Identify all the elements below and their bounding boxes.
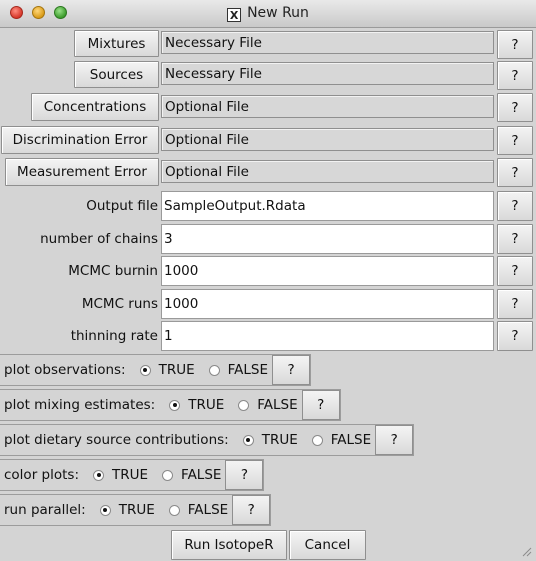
plot-observations-row: plot observations: TRUE FALSE ?	[0, 354, 312, 386]
plot-mixing-estimates-row: plot mixing estimates: TRUE FALSE ?	[0, 389, 341, 421]
measurement-error-help-button[interactable]: ?	[497, 158, 533, 187]
plot-observations-true-radio[interactable]	[139, 364, 151, 376]
plot-dietary-source-contributions-help-button[interactable]: ?	[375, 425, 414, 455]
measurement-error-file-field: Optional File	[161, 160, 494, 183]
color-plots-false-radio[interactable]	[162, 469, 174, 481]
plot-mixing-estimates-true-radio[interactable]	[169, 399, 181, 411]
run-parallel-false-radio[interactable]	[168, 504, 180, 516]
measurement-error-button[interactable]: Measurement Error	[5, 158, 159, 186]
plot-observations-false-radio[interactable]	[208, 364, 220, 376]
sources-help-button[interactable]: ?	[497, 61, 533, 90]
color-plots-true-radio[interactable]	[93, 469, 104, 481]
color-plots-true-label: TRUE	[112, 467, 149, 483]
plot-observations-label: plot observations:	[4, 362, 126, 378]
run-parallel-false-label: FALSE	[187, 502, 229, 518]
new-run-window: X New Run Mixtures Necessary File ? Sourc…	[0, 0, 536, 561]
mixtures-help-button[interactable]: ?	[497, 30, 533, 59]
sources-button[interactable]: Sources	[74, 61, 159, 88]
plot-dietary-source-contributions-label: plot dietary source contributions:	[4, 432, 229, 448]
number-of-chains-help-button[interactable]: ?	[497, 224, 533, 254]
color-plots-row: color plots: TRUE FALSE ?	[0, 459, 265, 491]
discrimination-error-help-button[interactable]: ?	[497, 126, 533, 155]
plot-observations-true-label: TRUE	[158, 362, 195, 378]
concentrations-file-field: Optional File	[161, 95, 494, 118]
run-parallel-true-radio[interactable]	[99, 504, 111, 516]
mcmc-runs-input[interactable]	[161, 289, 494, 319]
mixtures-file-field: Necessary File	[161, 31, 494, 54]
sources-file-field: Necessary File	[161, 62, 494, 85]
mcmc-runs-help-button[interactable]: ?	[497, 289, 533, 319]
plot-dietary-source-contributions-true-radio[interactable]	[242, 434, 254, 446]
x11-app-icon: X	[227, 8, 242, 22]
plot-dietary-source-contributions-false-radio[interactable]	[311, 434, 323, 446]
thinning-rate-label: thinning rate	[70, 328, 158, 344]
plot-mixing-estimates-false-radio[interactable]	[238, 399, 250, 411]
number-of-chains-input[interactable]	[161, 224, 494, 254]
run-parallel-true-label: TRUE	[118, 502, 155, 518]
run-isotoper-button[interactable]: Run IsotopeR	[171, 530, 287, 560]
resize-grip-icon[interactable]	[520, 545, 532, 557]
thinning-rate-input[interactable]	[161, 321, 494, 351]
thinning-rate-help-button[interactable]: ?	[497, 321, 533, 351]
run-parallel-label: run parallel:	[4, 502, 86, 518]
concentrations-button[interactable]: Concentrations	[31, 93, 159, 121]
window-title: New Run	[247, 5, 309, 21]
concentrations-help-button[interactable]: ?	[497, 93, 533, 122]
plot-dietary-source-contributions-row: plot dietary source contributions: TRUE …	[0, 424, 415, 456]
mcmc-burnin-help-button[interactable]: ?	[497, 256, 533, 286]
plot-mixing-estimates-label: plot mixing estimates:	[4, 397, 156, 413]
plot-observations-help-button[interactable]: ?	[272, 355, 311, 385]
mcmc-runs-label: MCMC runs	[81, 296, 158, 312]
output-file-help-button[interactable]: ?	[497, 191, 533, 221]
plot-mixing-estimates-false-label: FALSE	[257, 397, 298, 413]
mixtures-button[interactable]: Mixtures	[74, 30, 159, 57]
output-file-input[interactable]	[161, 191, 494, 221]
discrimination-error-file-field: Optional File	[161, 128, 494, 151]
color-plots-help-button[interactable]: ?	[225, 460, 264, 490]
output-file-label: Output file	[86, 198, 158, 214]
plot-dietary-source-contributions-true-label: TRUE	[261, 432, 298, 448]
mcmc-burnin-input[interactable]	[161, 256, 494, 286]
title-bar: X New Run	[0, 0, 536, 28]
run-parallel-help-button[interactable]: ?	[232, 495, 271, 525]
plot-mixing-estimates-true-label: TRUE	[188, 397, 225, 413]
discrimination-error-button[interactable]: Discrimination Error	[1, 126, 159, 154]
color-plots-label: color plots:	[4, 467, 79, 483]
run-parallel-row: run parallel: TRUE FALSE ?	[0, 494, 272, 526]
number-of-chains-label: number of chains	[40, 231, 158, 247]
color-plots-false-label: FALSE	[181, 467, 222, 483]
mcmc-burnin-label: MCMC burnin	[68, 263, 158, 279]
plot-observations-false-label: FALSE	[227, 362, 269, 378]
window-title-group: X New Run	[0, 5, 536, 22]
cancel-button[interactable]: Cancel	[289, 530, 366, 560]
plot-mixing-estimates-help-button[interactable]: ?	[301, 390, 340, 420]
plot-dietary-source-contributions-false-label: FALSE	[330, 432, 372, 448]
